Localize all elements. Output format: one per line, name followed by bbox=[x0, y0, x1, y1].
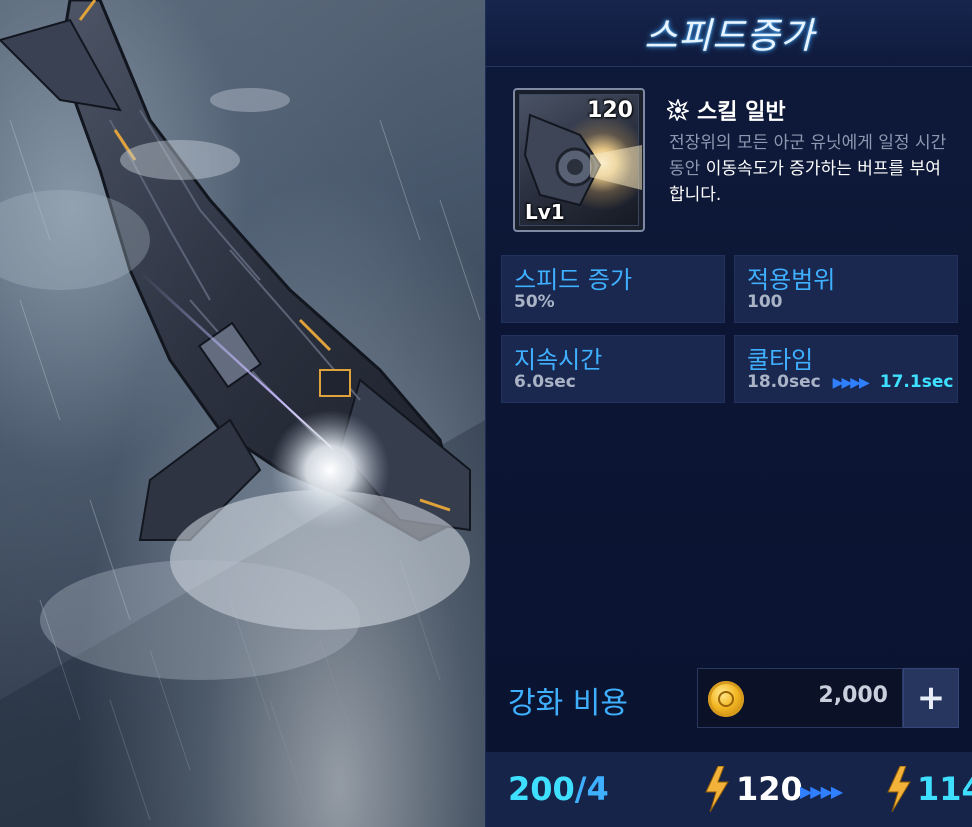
stat-speed-increase: 스피드 증가 50% bbox=[501, 255, 725, 323]
footer-bar: 200/4 120 ▶▶▶▶ 114 bbox=[486, 752, 972, 827]
spaceship-illustration bbox=[0, 0, 485, 827]
upgrade-arrows: ▶▶▶▶ bbox=[800, 782, 843, 801]
skill-title: 스피드증가 bbox=[644, 16, 815, 57]
stat-cooldown: 쿨타임 18.0sec ▶▶▶▶ 17.1sec bbox=[734, 335, 958, 403]
skill-description: 전장위의 모든 아군 유닛에게 일정 시간 동안 이동속도가 증가하는 버프를 … bbox=[669, 130, 954, 208]
upgrade-cost-amount: 2,000 bbox=[818, 683, 888, 708]
lightning-bolt-icon bbox=[705, 766, 729, 812]
skill-level: Lv1 bbox=[525, 200, 565, 224]
energy-current: 120 bbox=[736, 770, 803, 808]
cooldown-current: 18.0sec bbox=[747, 372, 821, 392]
unit-count: 200/4 bbox=[508, 770, 609, 808]
stat-value-row: 18.0sec ▶▶▶▶ 17.1sec bbox=[747, 372, 953, 392]
skill-type-label: 스킬 일반 bbox=[697, 100, 786, 125]
stat-label: 스피드 증가 bbox=[514, 266, 633, 294]
skill-type: 스킬 일반 bbox=[667, 94, 786, 126]
plus-icon: + bbox=[916, 678, 946, 718]
count-total: 4 bbox=[586, 770, 609, 808]
stat-label: 쿨타임 bbox=[747, 346, 814, 374]
skill-detail-panel: 스피드증가 120 Lv1 스킬 일반 전장위의 모든 아군 유닛에게 일정 시… bbox=[485, 0, 972, 827]
skill-cost: 120 bbox=[587, 98, 633, 123]
upgrade-arrows: ▶▶▶▶ bbox=[832, 375, 870, 391]
stat-value: 6.0sec bbox=[514, 372, 576, 392]
skill-icon-card[interactable]: 120 Lv1 bbox=[513, 88, 645, 232]
count-separator: / bbox=[574, 770, 587, 808]
stat-value: 100 bbox=[747, 292, 783, 312]
stat-value: 50% bbox=[514, 292, 555, 312]
energy-upgraded: 114 bbox=[917, 770, 972, 808]
burst-icon bbox=[667, 99, 689, 121]
upgrade-plus-button[interactable]: + bbox=[903, 668, 959, 728]
spaceship-art bbox=[0, 0, 485, 827]
stat-label: 적용범위 bbox=[747, 266, 836, 294]
cooldown-upgraded: 17.1sec bbox=[879, 372, 954, 392]
stat-label: 지속시간 bbox=[514, 346, 603, 374]
title-bar: 스피드증가 bbox=[486, 0, 972, 67]
gold-coin-icon bbox=[708, 681, 744, 717]
count-current: 200 bbox=[508, 770, 575, 808]
description-highlight: 이동속도가 증가하는 버프를 부여합니다. bbox=[669, 159, 941, 205]
lightning-bolt-icon bbox=[887, 766, 911, 812]
stat-duration: 지속시간 6.0sec bbox=[501, 335, 725, 403]
upgrade-cost-label: 강화 비용 bbox=[508, 686, 628, 721]
upgrade-cost-field: 2,000 bbox=[697, 668, 903, 728]
stat-range: 적용범위 100 bbox=[734, 255, 958, 323]
